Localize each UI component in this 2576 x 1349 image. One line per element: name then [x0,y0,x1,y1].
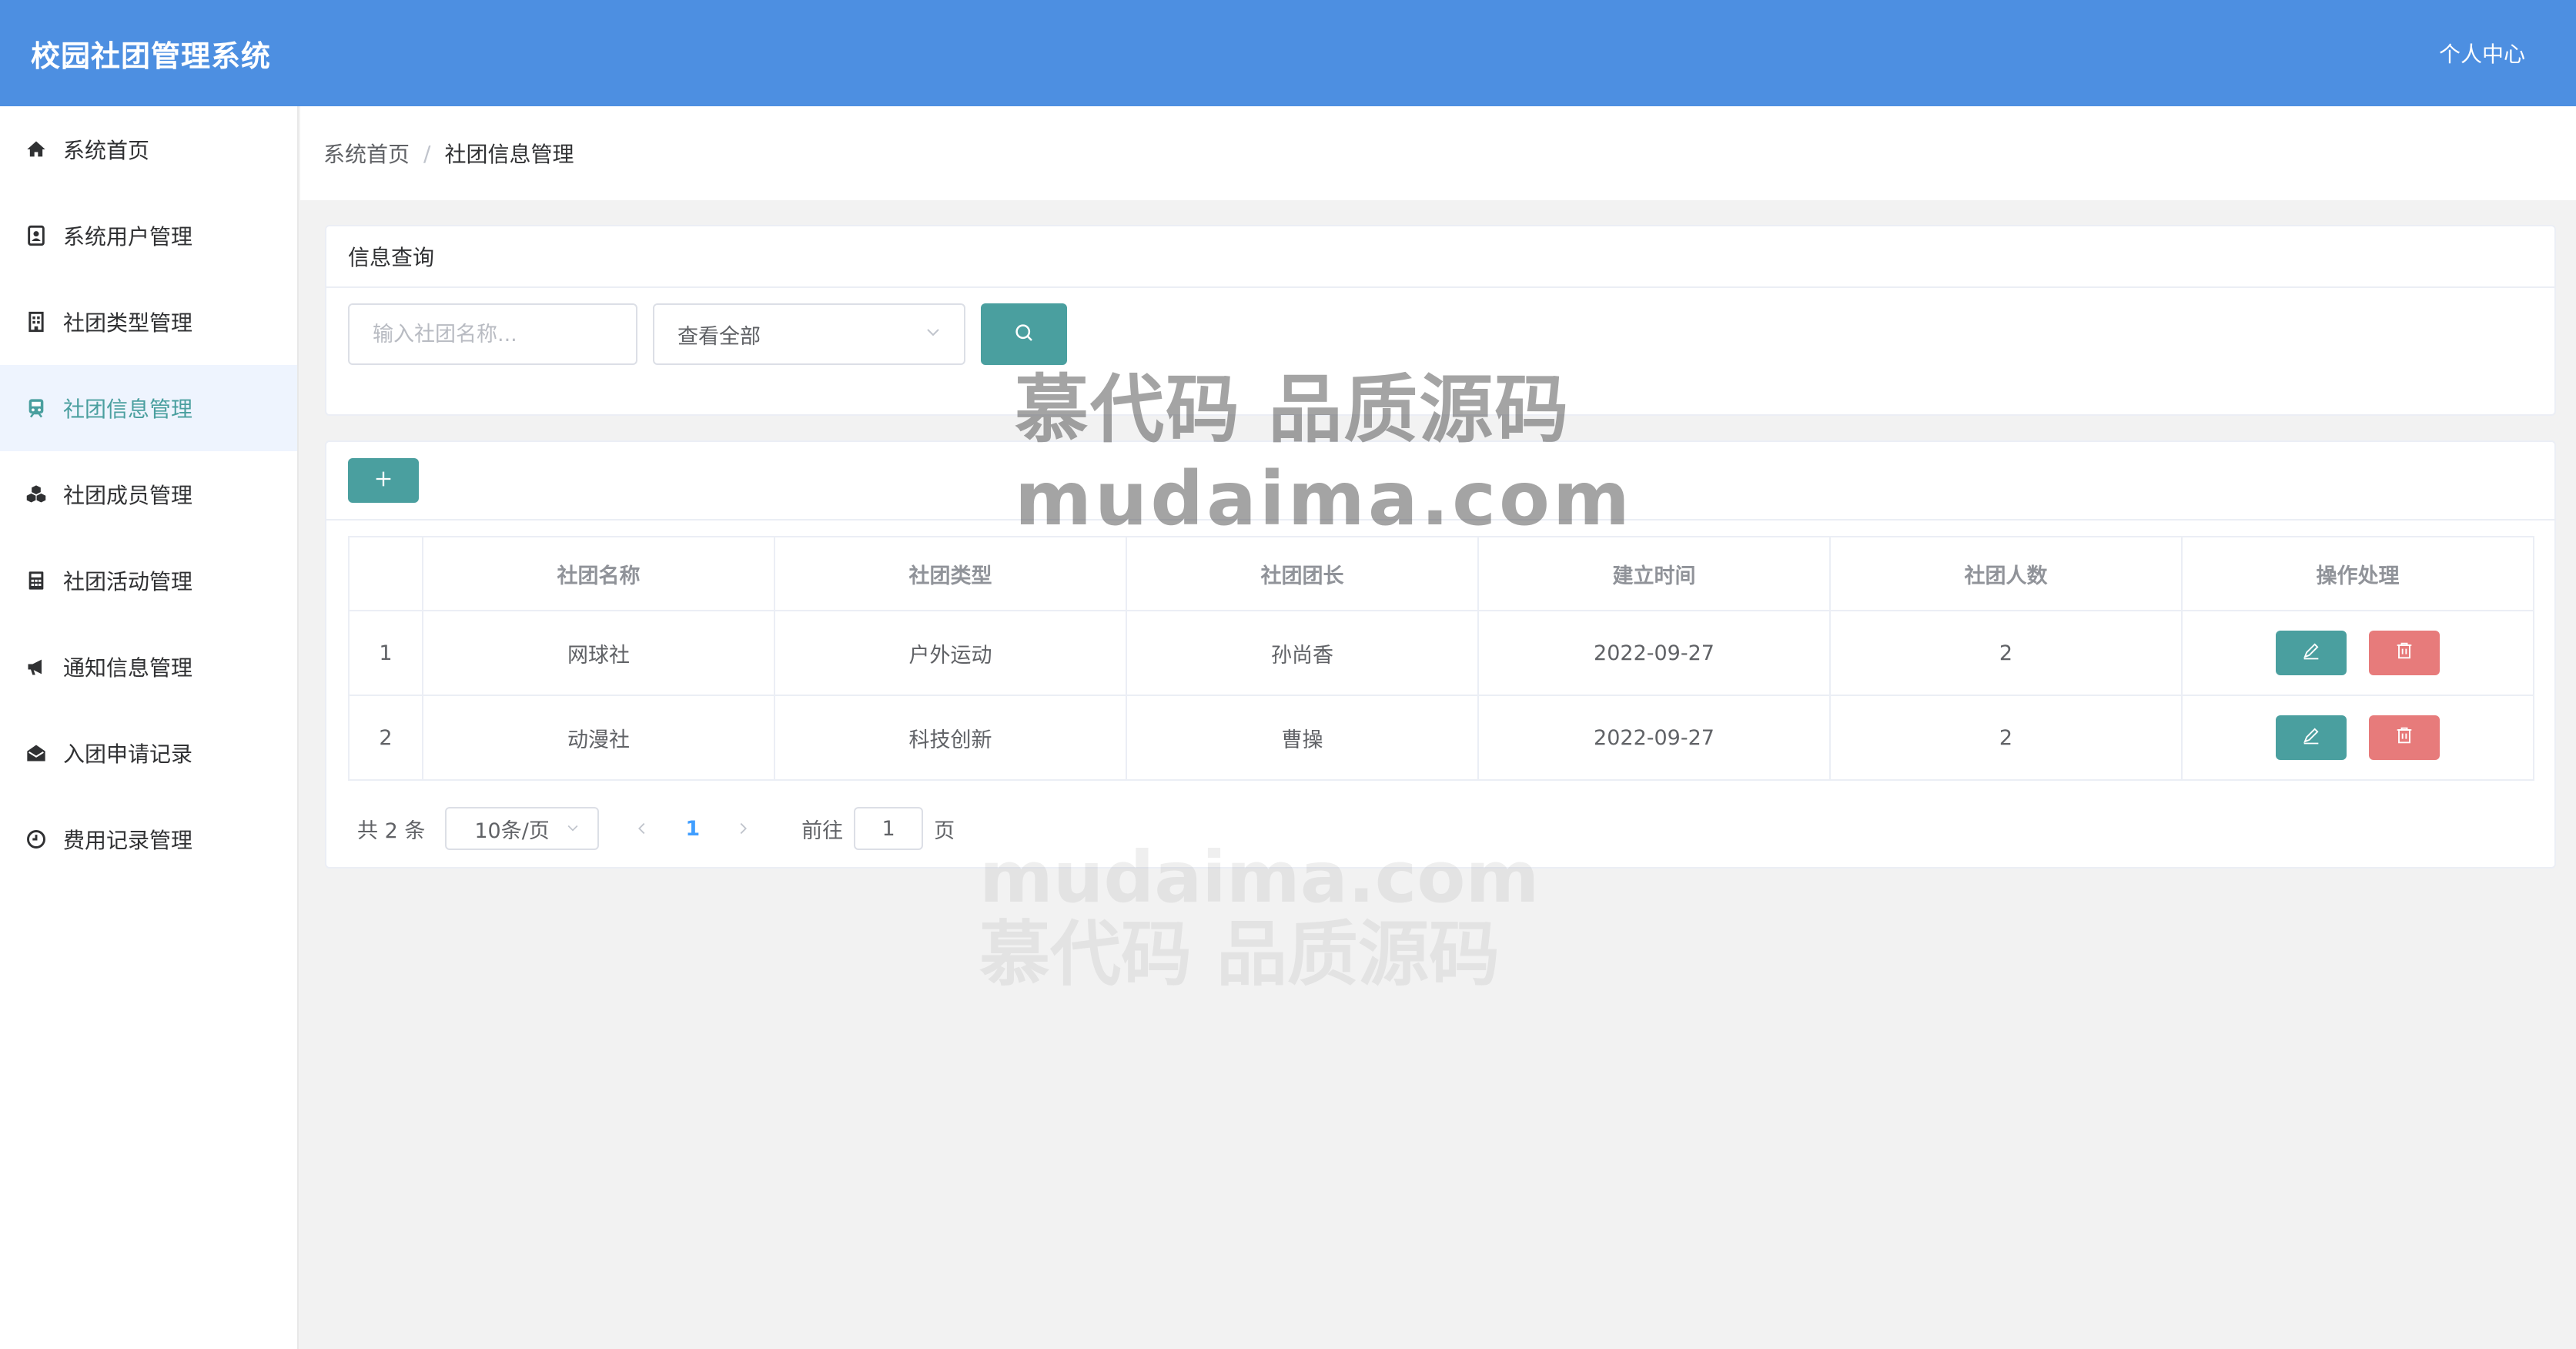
sidebar: 系统首页 系统用户管理 社团类型管理 社团信息管理 社团成员管理 社团活动管理 [0,106,299,1349]
sidebar-item-notifications[interactable]: 通知信息管理 [0,624,297,710]
query-card-title: 信息查询 [326,226,2554,288]
page-number-current[interactable]: 1 [685,817,700,841]
sidebar-item-club-info[interactable]: 社团信息管理 [0,365,297,451]
plus-icon [373,468,394,493]
breadcrumb-home-link[interactable]: 系统首页 [323,138,410,169]
breadcrumb-separator: / [423,140,431,166]
calculator-icon [23,567,49,594]
sidebar-item-label: 社团成员管理 [63,483,193,508]
train-icon [23,395,49,421]
user-card-icon [23,223,49,249]
cell-actions [2181,695,2534,781]
cell-members: 2 [1829,610,2183,696]
sidebar-item-label: 通知信息管理 [63,655,193,681]
sidebar-item-fees[interactable]: 费用记录管理 [0,796,297,882]
chevron-down-icon [924,323,942,346]
cell-type: 科技创新 [774,695,1127,781]
sidebar-item-label: 系统首页 [63,138,150,163]
cell-name: 网球社 [422,610,775,696]
edit-icon [2300,725,2322,751]
cell-type: 户外运动 [774,610,1127,696]
cell-name: 动漫社 [422,695,775,781]
edit-button[interactable] [2276,715,2347,760]
column-header-index [348,536,423,611]
edit-icon [2300,640,2322,667]
pagination-total: 共 2 条 [357,818,426,843]
search-button[interactable] [981,303,1067,365]
club-type-select-value: 查看全部 [677,324,761,349]
app-title: 校园社团管理系统 [31,38,272,73]
column-header-name: 社团名称 [422,536,775,611]
building-icon [23,309,49,335]
chevron-left-icon [638,822,645,835]
sidebar-item-label: 入团申请记录 [63,741,193,767]
sidebar-item-users[interactable]: 系统用户管理 [0,192,297,279]
cell-members: 2 [1829,695,2183,781]
sidebar-item-club-activities[interactable]: 社团活动管理 [0,537,297,624]
column-header-created: 建立时间 [1477,536,1831,611]
sidebar-item-label: 系统用户管理 [63,224,193,249]
club-name-search-input[interactable] [348,303,637,365]
trash-icon [2394,640,2415,667]
bullhorn-icon [23,654,49,680]
sidebar-item-home[interactable]: 系统首页 [0,106,297,192]
breadcrumb: 系统首页 / 社团信息管理 [300,106,2576,200]
column-header-leader: 社团团长 [1126,536,1479,611]
table-card: 社团名称 社团类型 社团团长 建立时间 社团人数 操作处理 1 网球社 户外运动… [325,440,2556,869]
sidebar-item-club-types[interactable]: 社团类型管理 [0,279,297,365]
goto-page-input[interactable] [854,807,924,850]
chevron-down-icon [565,817,580,841]
cell-leader: 曹操 [1126,695,1479,781]
cell-actions [2181,610,2534,696]
cubes-icon [23,481,49,507]
goto-label: 前往 [801,818,844,843]
edit-button[interactable] [2276,631,2347,675]
sidebar-item-label: 费用记录管理 [63,828,193,853]
table-row: 2 动漫社 科技创新 曹操 2022-09-27 2 [348,695,2534,781]
home-icon [23,136,49,162]
sidebar-item-label: 社团信息管理 [63,397,193,422]
cell-leader: 孙尚香 [1126,610,1479,696]
user-center-link[interactable]: 个人中心 [2439,38,2525,69]
club-type-select[interactable]: 查看全部 [653,303,965,365]
chevron-right-icon [740,822,748,835]
column-header-members: 社团人数 [1829,536,2183,611]
delete-button[interactable] [2368,631,2440,675]
breadcrumb-current: 社团信息管理 [444,142,574,167]
query-card: 信息查询 查看全部 [325,225,2556,416]
next-page-button[interactable] [728,820,758,837]
sidebar-item-label: 社团类型管理 [63,310,193,336]
table-toolbar [326,442,2554,521]
clock-icon [23,826,49,852]
pagination: 共 2 条 10条/页 1 前往 页 [357,807,955,850]
trash-icon [2394,725,2415,751]
envelope-open-icon [23,740,49,766]
cell-index: 2 [348,695,423,781]
table-row: 1 网球社 户外运动 孙尚香 2022-09-27 2 [348,610,2534,696]
prev-page-button[interactable] [627,820,657,837]
column-header-type: 社团类型 [774,536,1127,611]
top-header: 校园社团管理系统 个人中心 [0,0,2576,106]
table-header-row: 社团名称 社团类型 社团团长 建立时间 社团人数 操作处理 [348,536,2534,611]
club-table: 社团名称 社团类型 社团团长 建立时间 社团人数 操作处理 1 网球社 户外运动… [348,536,2534,781]
search-icon [1012,321,1035,347]
cell-created: 2022-09-27 [1477,610,1831,696]
goto-suffix: 页 [934,818,955,843]
cell-index: 1 [348,610,423,696]
faded-watermark-line-2: 慕代码 品质源码 [979,913,1500,993]
page-size-select[interactable]: 10条/页 [445,807,600,850]
column-header-actions: 操作处理 [2181,536,2534,611]
delete-button[interactable] [2368,715,2440,760]
query-form: 查看全部 [348,303,1067,365]
sidebar-item-applications[interactable]: 入团申请记录 [0,710,297,796]
sidebar-item-club-members[interactable]: 社团成员管理 [0,451,297,537]
page-size-value: 10条/页 [474,818,550,843]
sidebar-item-label: 社团活动管理 [63,569,193,594]
cell-created: 2022-09-27 [1477,695,1831,781]
add-club-button[interactable] [348,458,419,503]
